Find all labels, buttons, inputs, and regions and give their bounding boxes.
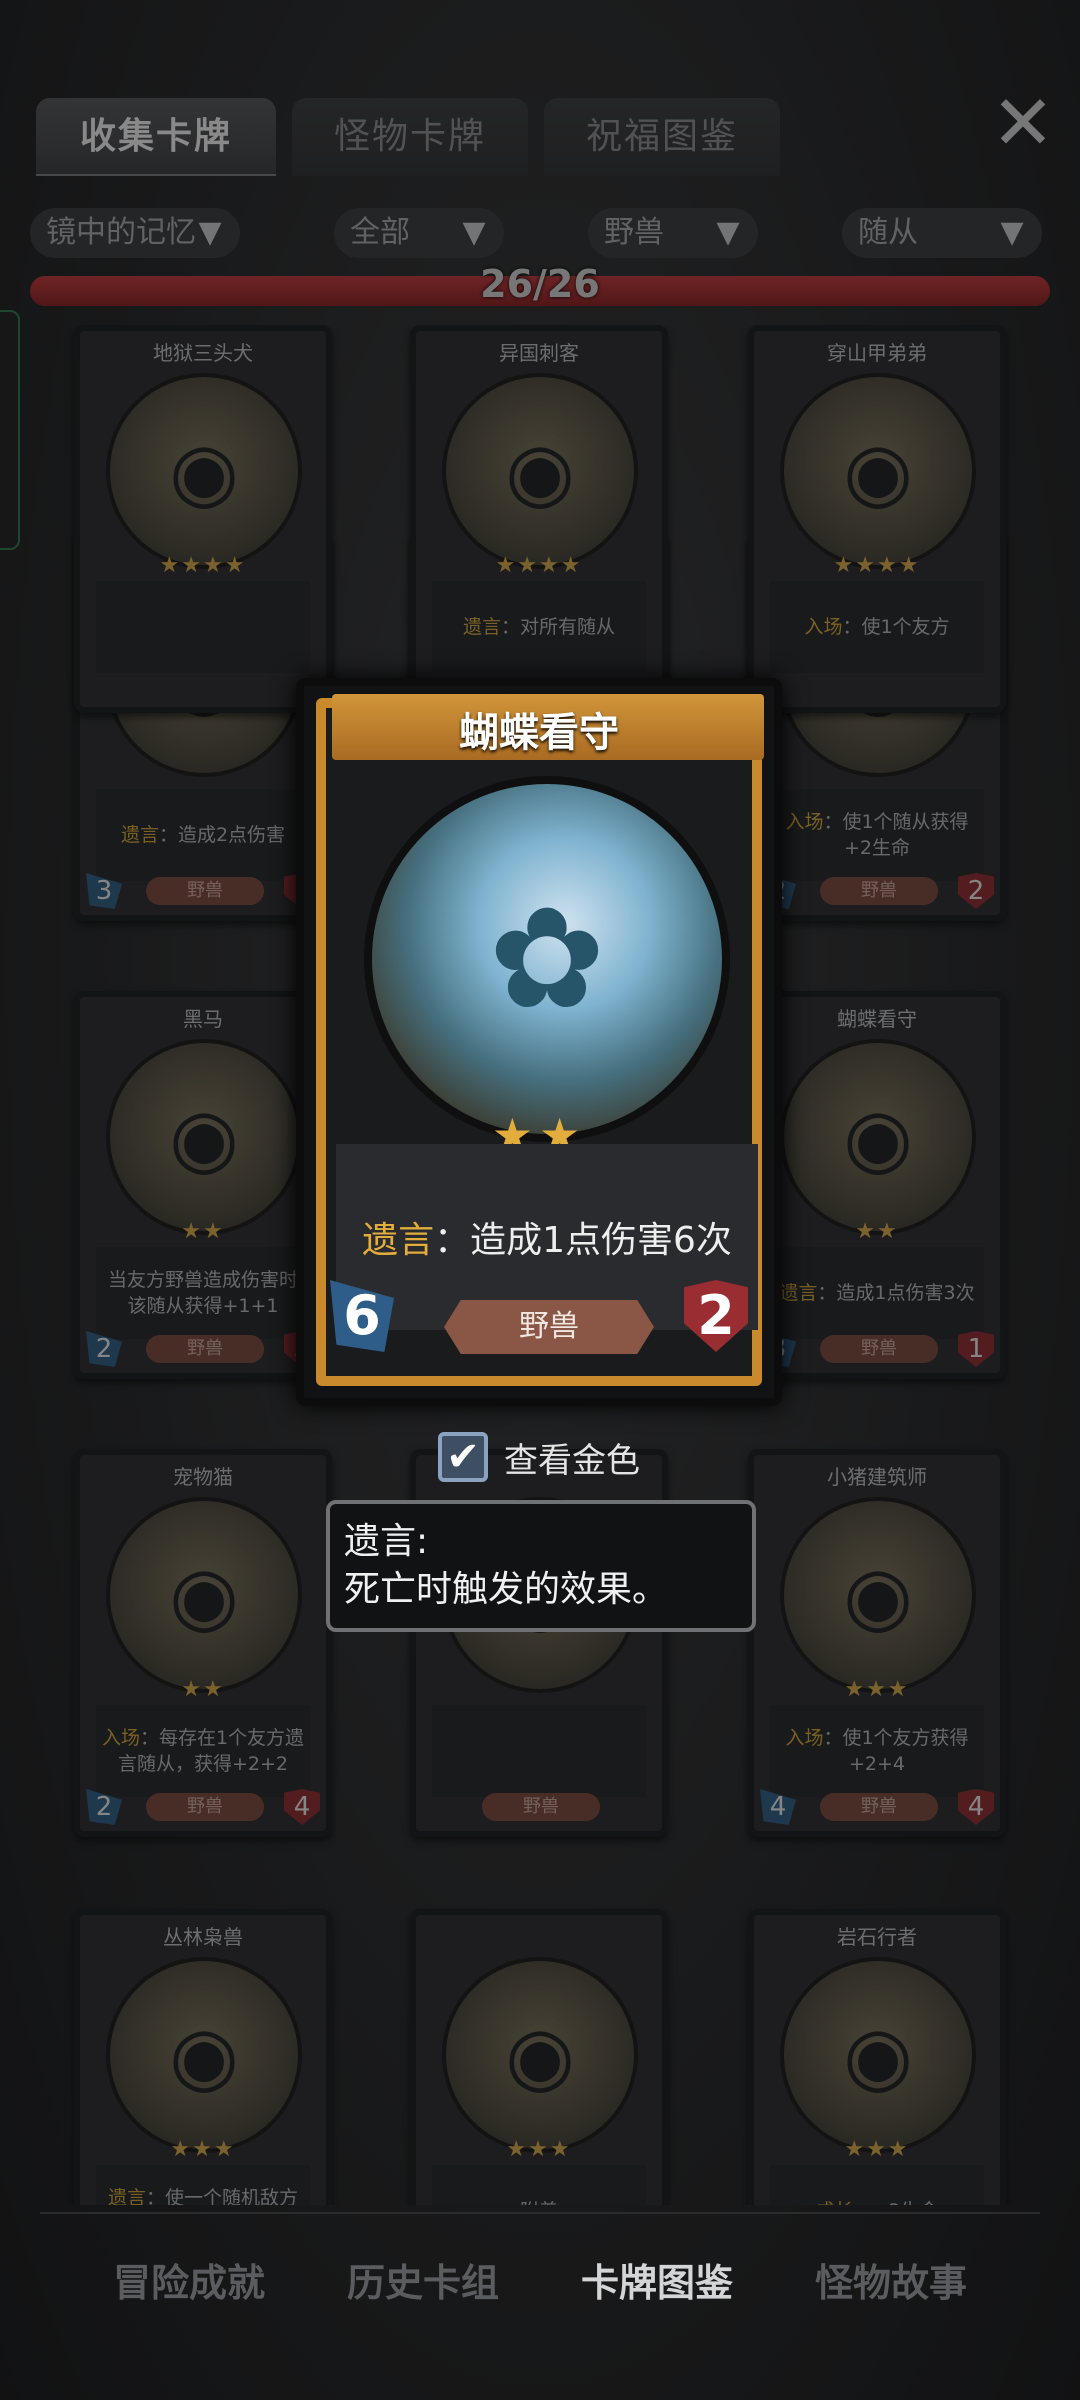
view-golden-toggle[interactable]: ✔ 查看金色: [438, 1430, 640, 1484]
tooltip-title: 遗言:: [344, 1521, 429, 1562]
nav-card-codex[interactable]: 卡牌图鉴: [552, 2252, 762, 2307]
description-text: ：造成1点伤害6次: [434, 1220, 732, 1261]
focused-card[interactable]: 蝴蝶看守 ✿ ★★ 遗言 ：造成1点伤害6次 6 野兽 2: [296, 678, 782, 1406]
card-collection-screen: { "tabs": [ {"label": "收集卡牌", "active": …: [0, 0, 1080, 2400]
card-type-label: 野兽: [444, 1300, 654, 1354]
butterfly-guard-portrait: ✿: [364, 776, 730, 1142]
view-golden-label: 查看金色: [504, 1440, 640, 1481]
nav-monster-stories[interactable]: 怪物故事: [786, 2252, 996, 2307]
focused-card-name: 蝴蝶看守: [459, 710, 619, 756]
bottom-nav-divider: [40, 2212, 1040, 2214]
nav-history-decks[interactable]: 历史卡组: [318, 2252, 528, 2307]
checkbox-checked-icon[interactable]: ✔: [438, 1432, 488, 1482]
bottom-nav: 冒险成就 历史卡组 卡牌图鉴 怪物故事: [0, 2230, 1080, 2330]
keyword-tooltip: 遗言: 死亡时触发的效果。: [326, 1500, 756, 1632]
nav-adventure-achievements[interactable]: 冒险成就: [84, 2252, 294, 2307]
keyword-deathrattle[interactable]: 遗言: [362, 1211, 434, 1263]
tooltip-body: 死亡时触发的效果。: [344, 1569, 669, 1610]
